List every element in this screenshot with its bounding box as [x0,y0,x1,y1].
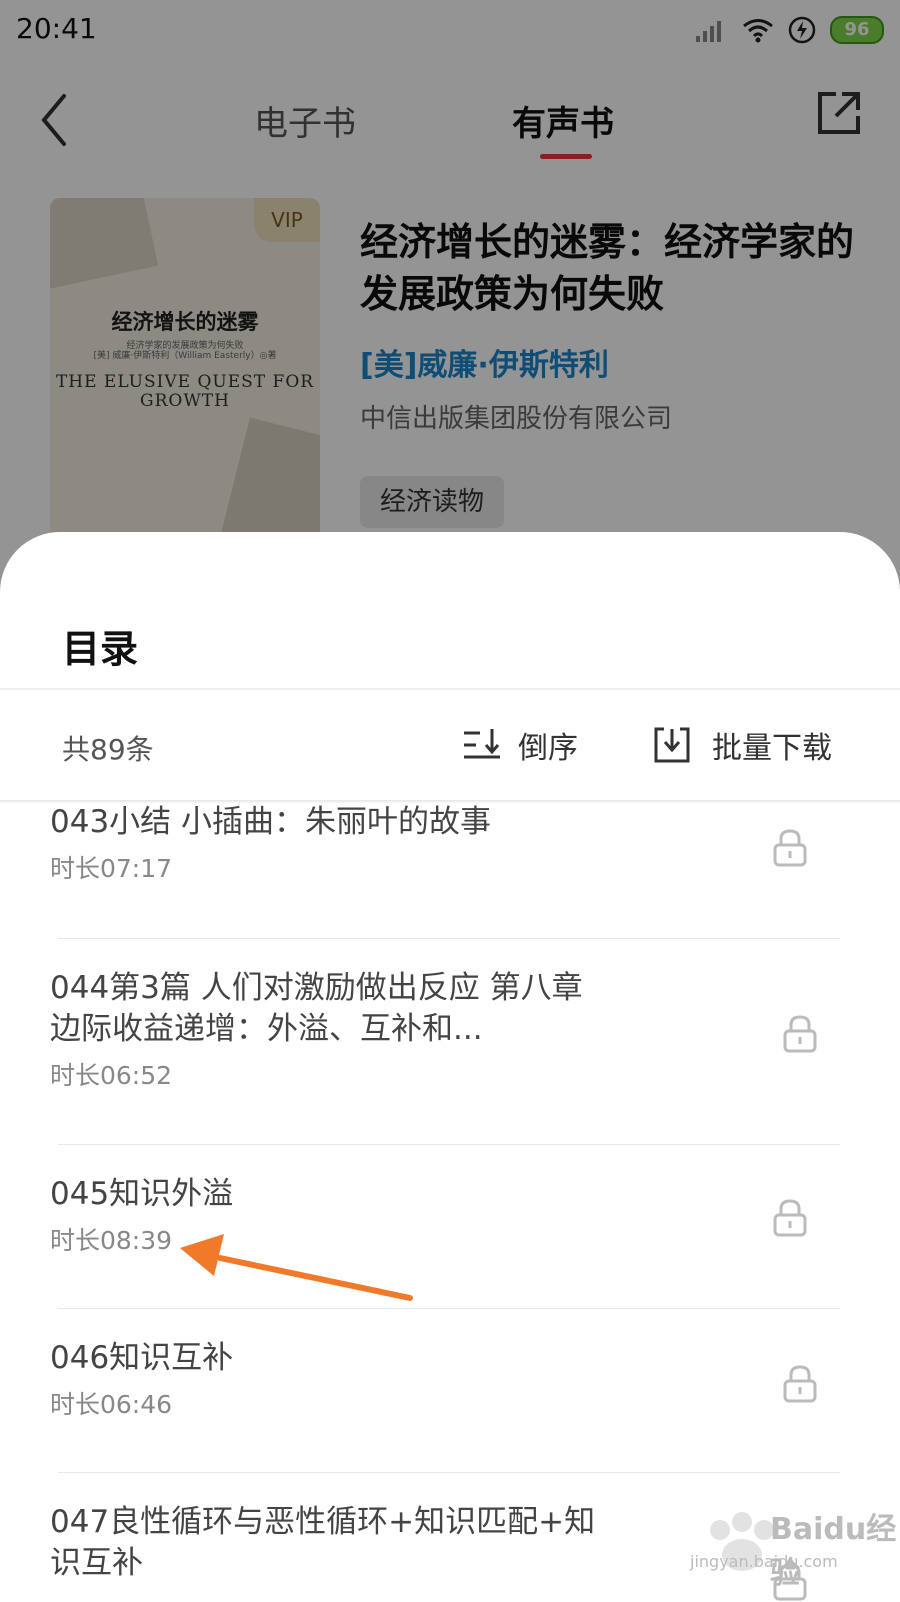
catalog-sheet: 目录 共89条 倒序 批量下载 043小结 小插曲：朱丽叶的故事 时长07:17… [0,532,900,1601]
sort-icon [464,729,500,759]
catalog-title: 目录 [62,627,139,671]
item-count: 共89条 [62,733,154,766]
chapter-title: 047良性循环与恶性循环+知识匹配+知识互补 [50,1504,596,1581]
list-item[interactable]: 044第3篇 人们对激励做出反应 第八章 边际收益递增：外溢、互补和... 时长… [50,968,840,1092]
lock-icon [783,1015,817,1053]
lock-icon [783,1365,817,1403]
chapter-duration: 时长07:17 [50,854,173,883]
batch-download-button[interactable]: 批量下载 [652,720,832,770]
catalog-toolbar: 共89条 倒序 批量下载 [0,690,900,800]
list-item[interactable]: 043小结 小插曲：朱丽叶的故事 时长07:17 [50,802,840,885]
reverse-sort-label: 倒序 [518,731,578,766]
reverse-sort-button[interactable]: 倒序 [462,720,578,770]
list-item[interactable]: 046知识互补 时长06:46 [50,1338,840,1421]
lock-icon [773,1199,807,1237]
batch-download-label: 批量下载 [712,731,832,766]
chapter-duration: 时长06:52 [50,1061,173,1090]
list-item[interactable]: 045知识外溢 时长08:39 [50,1174,840,1257]
list-divider [58,1308,840,1309]
chapter-title: 044第3篇 人们对激励做出反应 第八章 边际收益递增：外溢、互补和... [50,970,583,1047]
watermark-url: jingyan.baidu.com [690,1552,838,1571]
chapter-title: 046知识互补 [50,1340,234,1376]
list-divider [58,1472,840,1473]
chapter-title: 045知识外溢 [50,1176,234,1212]
list-divider [58,938,840,939]
chapter-duration: 时长08:39 [50,1226,173,1255]
lock-icon [773,829,807,867]
download-icon [654,727,690,763]
list-divider [58,1144,840,1145]
chapter-title: 043小结 小插曲：朱丽叶的故事 [50,804,492,840]
chapter-duration: 时长06:46 [50,1390,173,1419]
watermark-brand: Baidu经验 [770,1512,897,1591]
